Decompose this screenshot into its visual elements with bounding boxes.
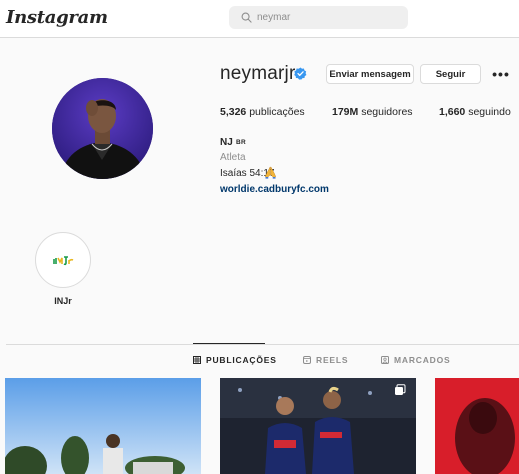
active-tab-indicator (193, 343, 265, 344)
post-thumbnail[interactable] (5, 378, 201, 474)
reels-icon (303, 356, 311, 364)
post-image (5, 378, 201, 474)
tab-label: REELS (316, 355, 349, 365)
search-icon (241, 12, 252, 23)
tab-publicacoes[interactable]: PUBLICAÇÕES (193, 352, 277, 368)
posts-count-stat: 5,326 publicações (220, 106, 305, 118)
followers-count-stat[interactable]: 179M seguidores (332, 106, 413, 118)
post-thumbnail[interactable] (435, 378, 519, 474)
verified-badge-icon (294, 67, 307, 80)
post-image (220, 378, 416, 474)
follow-button[interactable]: Seguir (420, 64, 481, 84)
tab-label: MARCADOS (394, 355, 451, 365)
tab-label: PUBLICAÇÕES (206, 355, 277, 365)
following-count-stat[interactable]: 1,660 seguindo (439, 106, 511, 118)
instagram-logo[interactable]: Instagram (6, 7, 108, 28)
injr-logo-icon (53, 256, 74, 266)
highlight-cover (40, 237, 86, 283)
story-highlight-injr[interactable] (35, 232, 91, 288)
tab-reels[interactable]: REELS (303, 352, 348, 368)
profile-website-link[interactable]: worldie.cadburyfc.com (220, 184, 329, 195)
send-message-button[interactable]: Enviar mensagem (326, 64, 414, 84)
carousel-icon (395, 384, 406, 395)
avatar-photo (52, 78, 153, 179)
flag-text: BR (236, 139, 246, 146)
grid-icon (193, 356, 201, 364)
post-thumbnail[interactable] (220, 378, 416, 474)
post-image (435, 378, 519, 474)
tab-marcados[interactable]: MARCADOS (381, 352, 450, 368)
tabs-divider (6, 344, 519, 345)
top-navigation-bar: Instagram (0, 0, 519, 38)
profile-category: Atleta (220, 152, 246, 163)
search-box[interactable] (229, 6, 408, 29)
search-input[interactable] (257, 9, 397, 26)
profile-username: neymarjr (220, 63, 296, 84)
more-options-icon[interactable]: ••• (491, 64, 511, 84)
tagged-icon (381, 356, 389, 364)
praying-hands-icon (265, 166, 276, 179)
highlight-label: INJr (54, 296, 72, 306)
profile-full-name: NJ (220, 137, 233, 148)
profile-avatar[interactable] (52, 78, 153, 179)
